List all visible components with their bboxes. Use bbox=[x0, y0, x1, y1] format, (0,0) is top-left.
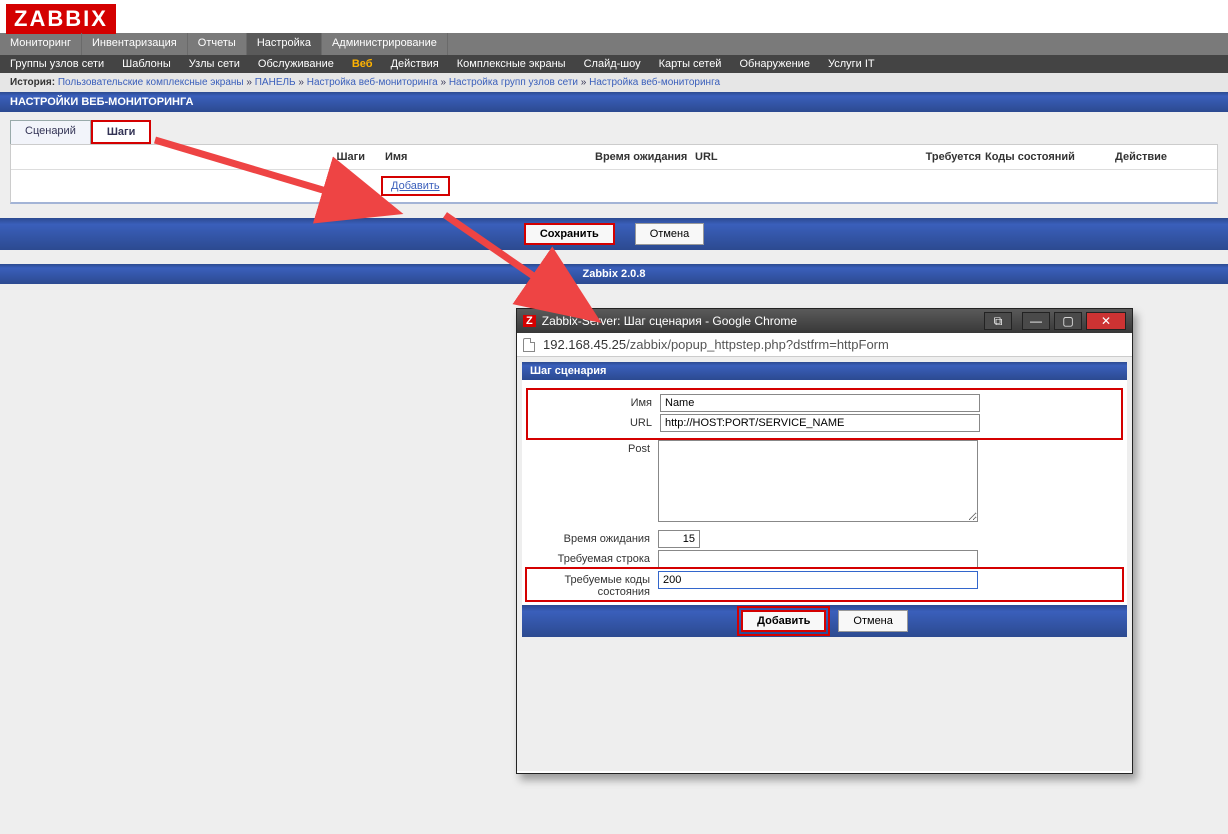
label-name: Имя bbox=[530, 394, 660, 409]
table-row: Добавить bbox=[11, 170, 1217, 202]
nav2-maintenance[interactable]: Обслуживание bbox=[258, 58, 334, 70]
label-required: Требуемая строка bbox=[528, 550, 658, 565]
label-url: URL bbox=[530, 414, 660, 429]
nav2-actions[interactable]: Действия bbox=[391, 58, 439, 70]
label-timeout: Время ожидания bbox=[528, 530, 658, 545]
post-textarea[interactable] bbox=[658, 440, 978, 522]
popup-window: Z Zabbix-Server: Шаг сценария - Google C… bbox=[516, 308, 1133, 774]
table-header: Шаги Имя Время ожидания URL Требуется Ко… bbox=[11, 145, 1217, 170]
nav2-itservices[interactable]: Услуги IT bbox=[828, 58, 875, 70]
add-step-link[interactable]: Добавить bbox=[383, 178, 448, 194]
nav2-screens[interactable]: Комплексные экраны bbox=[457, 58, 566, 70]
name-input[interactable] bbox=[660, 394, 980, 412]
footer-version: Zabbix 2.0.8 bbox=[0, 264, 1228, 284]
window-titlebar[interactable]: Z Zabbix-Server: Шаг сценария - Google C… bbox=[517, 309, 1132, 333]
nav2-maps[interactable]: Карты сетей bbox=[659, 58, 722, 70]
nav1-reports[interactable]: Отчеты bbox=[188, 33, 247, 55]
popup-cancel-button[interactable]: Отмена bbox=[838, 610, 907, 632]
nav2-templates[interactable]: Шаблоны bbox=[122, 58, 171, 70]
form-buttons: Сохранить Отмена bbox=[0, 218, 1228, 250]
zabbix-favicon-icon: Z bbox=[523, 315, 536, 327]
th-url: URL bbox=[695, 151, 885, 163]
popup-buttons: Добавить Отмена bbox=[522, 605, 1127, 637]
history-link[interactable]: Настройка групп узлов сети bbox=[449, 77, 578, 88]
nav2-slideshows[interactable]: Слайд-шоу bbox=[584, 58, 641, 70]
window-close-icon[interactable]: ✕ bbox=[1086, 312, 1126, 330]
label-post: Post bbox=[528, 440, 658, 455]
required-input[interactable] bbox=[658, 550, 978, 568]
url-input[interactable] bbox=[660, 414, 980, 432]
th-codes: Коды состояний bbox=[985, 151, 1115, 163]
document-icon bbox=[523, 338, 535, 352]
codes-input[interactable] bbox=[658, 571, 978, 589]
th-name: Имя bbox=[385, 151, 595, 163]
nav2-web[interactable]: Веб bbox=[352, 58, 373, 70]
nav1-monitoring[interactable]: Мониторинг bbox=[0, 33, 82, 55]
th-wait: Время ожидания bbox=[595, 151, 695, 163]
address-bar[interactable]: 192.168.45.25/zabbix/popup_httpstep.php?… bbox=[517, 333, 1132, 357]
history-link[interactable]: Пользовательские комплексные экраны bbox=[58, 77, 244, 88]
th-steps: Шаги bbox=[15, 151, 385, 163]
url-path: /zabbix/popup_httpstep.php?dstfrm=httpFo… bbox=[626, 337, 889, 352]
th-action: Действие bbox=[1115, 151, 1195, 163]
window-title: Zabbix-Server: Шаг сценария - Google Chr… bbox=[542, 314, 797, 328]
tab-steps[interactable]: Шаги bbox=[91, 120, 152, 144]
nav2-hosts[interactable]: Узлы сети bbox=[189, 58, 240, 70]
popup-add-button[interactable]: Добавить bbox=[741, 610, 826, 632]
url-host: 192.168.45.25 bbox=[543, 337, 626, 352]
breadcrumb: История: Пользовательские комплексные эк… bbox=[0, 73, 1228, 92]
cancel-button[interactable]: Отмена bbox=[635, 223, 704, 245]
page-title: НАСТРОЙКИ ВЕБ-МОНИТОРИНГА bbox=[0, 92, 1228, 112]
nav2-discovery[interactable]: Обнаружение bbox=[739, 58, 809, 70]
nav-primary: Мониторинг Инвентаризация Отчеты Настрой… bbox=[0, 33, 1228, 55]
tabs: Сценарий Шаги bbox=[10, 120, 1228, 144]
window-maximize-icon[interactable]: ▢ bbox=[1054, 312, 1082, 330]
nav1-admin[interactable]: Администрирование bbox=[322, 33, 448, 55]
timeout-input[interactable] bbox=[658, 530, 700, 548]
th-required: Требуется bbox=[885, 151, 985, 163]
zabbix-logo: ZABBIX bbox=[6, 4, 116, 34]
history-label: История: bbox=[10, 77, 55, 88]
nav-secondary: Группы узлов сети Шаблоны Узлы сети Обсл… bbox=[0, 55, 1228, 73]
window-minimize-icon[interactable]: ― bbox=[1022, 312, 1050, 330]
nav1-inventory[interactable]: Инвентаризация bbox=[82, 33, 188, 55]
nav1-config[interactable]: Настройка bbox=[247, 33, 322, 55]
label-codes: Требуемые коды состояния bbox=[528, 571, 658, 598]
save-button[interactable]: Сохранить bbox=[524, 223, 615, 245]
nav2-hostgroups[interactable]: Группы узлов сети bbox=[10, 58, 104, 70]
history-link[interactable]: Настройка веб-мониторинга bbox=[307, 77, 438, 88]
steps-panel: Шаги Имя Время ожидания URL Требуется Ко… bbox=[10, 144, 1218, 204]
popup-title: Шаг сценария bbox=[522, 362, 1127, 380]
history-link[interactable]: Настройка веб-мониторинга bbox=[589, 77, 720, 88]
history-link[interactable]: ПАНЕЛЬ bbox=[255, 77, 296, 88]
tab-scenario[interactable]: Сценарий bbox=[10, 120, 91, 144]
window-popout-icon[interactable]: ⧉ bbox=[984, 312, 1012, 330]
